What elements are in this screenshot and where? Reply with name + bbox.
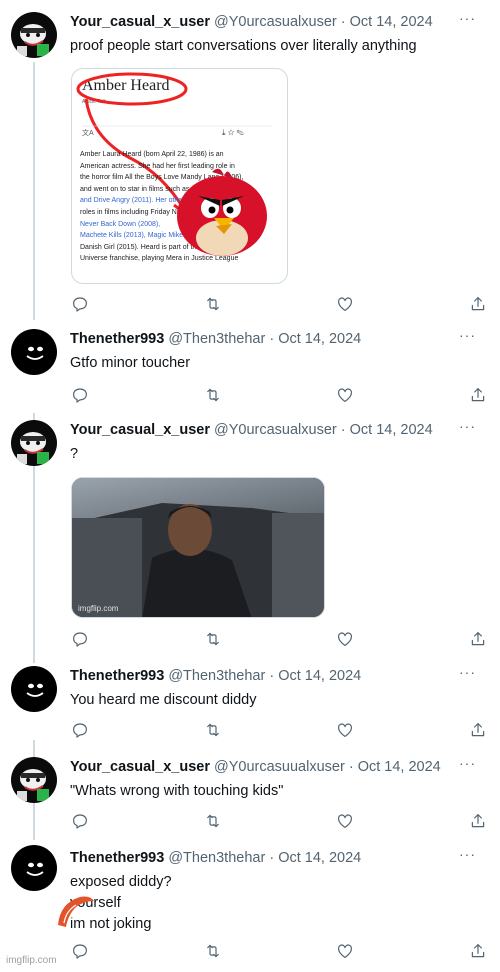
tweet-text: exposed diddy? yourself im not joking [70,874,172,932]
tweet-actions [70,385,488,405]
like-icon[interactable] [335,941,355,961]
avatar[interactable] [11,12,57,58]
timestamp[interactable]: Oct 14, 2024 [278,331,361,347]
timestamp[interactable]: Oct 14, 2024 [278,668,361,684]
shrimp-sticker [58,896,94,927]
tweet-header: Thenether993 @Then3thehar · Oct 14, 2024 [70,848,488,868]
avatar[interactable] [11,420,57,466]
imgflip-watermark: imgflip.com [6,955,57,966]
separator: · [340,422,346,438]
tweet-actions [70,811,488,831]
tweet-image[interactable]: Amber Heard Article Talk 文A ⤓ ☆ ✎ Amber … [71,68,288,284]
display-name[interactable]: Your_casual_x_user [70,422,210,438]
more-icon[interactable]: ··· [459,11,476,25]
avatar[interactable] [11,666,57,712]
tweet-header: Thenether993 @Then3thehar · Oct 14, 2024 [70,666,488,686]
display-name[interactable]: Thenether993 [70,668,164,684]
tweet-actions [70,294,488,314]
tweet-actions [70,941,488,961]
tweet-header: Thenether993 @Then3thehar · Oct 14, 2024 [70,329,488,349]
image-watermark: imgflip.com [78,604,119,613]
timestamp[interactable]: Oct 14, 2024 [350,14,433,30]
tweet-text: proof people start conversations over li… [70,38,417,54]
tweet-actions [70,720,488,740]
angry-bird-sticker [177,168,267,256]
separator: · [269,850,275,866]
avatar[interactable] [11,757,57,803]
handle[interactable]: @Y0urcasualxuser [214,422,337,438]
more-icon[interactable]: ··· [459,847,476,861]
reply-icon[interactable] [70,720,90,740]
tweet-text: "Whats wrong with touching kids" [70,783,284,799]
retweet-icon[interactable] [203,629,223,649]
share-icon[interactable] [468,720,488,740]
tweet-text: Gtfo minor toucher [70,355,191,371]
reply-icon[interactable] [70,294,90,314]
video-still-car [72,478,324,617]
separator: · [269,331,275,347]
retweet-icon[interactable] [203,385,223,405]
share-icon[interactable] [468,294,488,314]
svg-text:文A: 文A [82,128,94,137]
handle[interactable]: @Then3thehar [168,331,265,347]
handle[interactable]: @Then3thehar [168,668,265,684]
retweet-icon[interactable] [203,941,223,961]
share-icon[interactable] [468,385,488,405]
like-icon[interactable] [335,811,355,831]
tweet-header: Your_casual_x_user @Y0urcasuualxuser · O… [70,757,488,777]
tweet-header: Your_casual_x_user @Y0urcasualxuser · Oc… [70,420,488,440]
retweet-icon[interactable] [203,294,223,314]
tweet-text: ? [70,446,79,462]
like-icon[interactable] [335,629,355,649]
separator: · [348,759,354,775]
tweet-image[interactable]: imgflip.com [71,477,325,618]
display-name[interactable]: Your_casual_x_user [70,759,210,775]
handle[interactable]: @Y0urcasualxuser [214,14,337,30]
share-icon[interactable] [468,941,488,961]
retweet-icon[interactable] [203,720,223,740]
reply-icon[interactable] [70,941,90,961]
more-icon[interactable]: ··· [459,665,476,679]
like-icon[interactable] [335,385,355,405]
timestamp[interactable]: Oct 14, 2024 [350,422,433,438]
display-name[interactable]: Thenether993 [70,331,164,347]
like-icon[interactable] [335,294,355,314]
handle[interactable]: @Then3thehar [168,850,265,866]
reply-icon[interactable] [70,811,90,831]
tweet-header: Your_casual_x_user @Y0urcasualxuser · Oc… [70,12,488,32]
timestamp[interactable]: Oct 14, 2024 [358,759,441,775]
reply-icon[interactable] [70,629,90,649]
share-icon[interactable] [468,811,488,831]
more-icon[interactable]: ··· [459,419,476,433]
separator: · [269,668,275,684]
svg-text:⤓ ☆ ✎: ⤓ ☆ ✎ [222,128,245,137]
more-icon[interactable]: ··· [459,328,476,342]
avatar[interactable] [11,845,57,891]
tweet-actions [70,629,488,649]
handle[interactable]: @Y0urcasuualxuser [214,759,345,775]
separator: · [340,14,346,30]
reply-icon[interactable] [70,385,90,405]
timestamp[interactable]: Oct 14, 2024 [278,850,361,866]
display-name[interactable]: Thenether993 [70,850,164,866]
tweet-text: You heard me discount diddy [70,692,257,708]
like-icon[interactable] [335,720,355,740]
share-icon[interactable] [468,629,488,649]
avatar[interactable] [11,329,57,375]
thread-line [33,62,35,320]
retweet-icon[interactable] [203,811,223,831]
more-icon[interactable]: ··· [459,756,476,770]
display-name[interactable]: Your_casual_x_user [70,14,210,30]
